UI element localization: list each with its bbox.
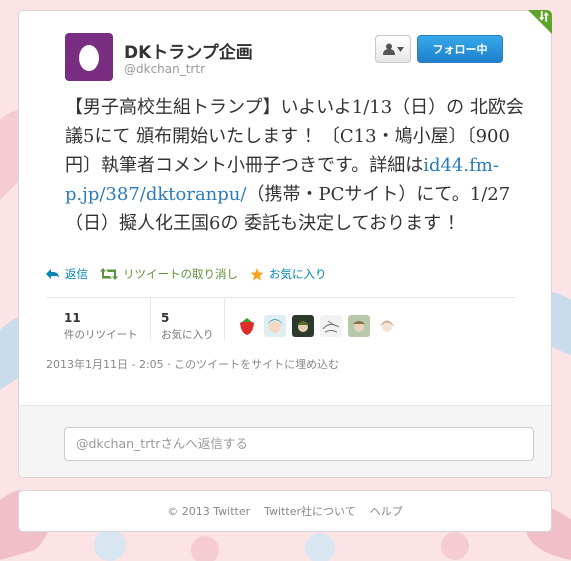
strawberry-avatar[interactable] bbox=[236, 315, 258, 337]
user-actions-button[interactable] bbox=[375, 35, 411, 63]
reply-label: 返信 bbox=[65, 267, 88, 281]
divider bbox=[46, 297, 516, 298]
tweet-text: 【男子高校生組トランプ】いよいよ1/13（日）の 北欧会議5にて 頒布開始いたし… bbox=[65, 93, 525, 238]
character-avatar[interactable] bbox=[348, 315, 370, 337]
timestamp[interactable]: 2013年1月11日 - 2:05 bbox=[46, 358, 164, 371]
character-avatar[interactable] bbox=[264, 315, 286, 337]
divider bbox=[150, 298, 151, 340]
embed-tweet-link[interactable]: このツイートをサイトに埋め込む bbox=[174, 358, 339, 371]
favorite-action[interactable]: お気に入り bbox=[250, 266, 327, 282]
help-link[interactable]: ヘルプ bbox=[370, 503, 403, 519]
reply-icon bbox=[46, 268, 59, 279]
follow-button[interactable]: フォロー中 bbox=[417, 35, 503, 63]
character-avatar[interactable] bbox=[292, 315, 314, 337]
favorite-count[interactable]: 5 bbox=[161, 311, 169, 325]
reply-action[interactable]: 返信 bbox=[46, 266, 88, 282]
ribbon-corner bbox=[528, 10, 552, 34]
user-handle[interactable]: @dkchan_trtr bbox=[124, 62, 205, 76]
footer: © 2013 Twitter Twitter社について ヘルプ bbox=[18, 490, 552, 532]
reply-input[interactable]: @dkchan_trtrさんへ返信する bbox=[64, 427, 534, 461]
default-egg-icon bbox=[79, 45, 99, 71]
sketch-avatar[interactable] bbox=[320, 315, 342, 337]
user-name[interactable]: DKトランプ企画 bbox=[124, 38, 253, 63]
favorite-label: お気に入り bbox=[269, 267, 327, 281]
retweet-count[interactable]: 11 bbox=[64, 311, 81, 325]
divider bbox=[224, 298, 225, 340]
favorite-count-label[interactable]: お気に入り bbox=[161, 327, 214, 342]
retweet-icon bbox=[100, 268, 118, 280]
tweet-meta: 2013年1月11日 - 2:05 · このツイートをサイトに埋め込む bbox=[46, 356, 339, 372]
about-link[interactable]: Twitter社について bbox=[264, 503, 356, 519]
character-avatar[interactable] bbox=[376, 315, 398, 337]
undo-retweet-label: リツイートの取り消し bbox=[123, 267, 238, 281]
tweet-actions: 返信 リツイートの取り消し お気に入り bbox=[46, 265, 339, 283]
caret-down-icon bbox=[396, 46, 404, 52]
copyright-text: © 2013 Twitter bbox=[167, 504, 251, 518]
undo-retweet-action[interactable]: リツイートの取り消し bbox=[100, 266, 238, 282]
retweet-ribbon-icon bbox=[539, 11, 549, 22]
retweet-count-label[interactable]: 件のリツイート bbox=[64, 327, 138, 342]
person-icon bbox=[382, 43, 395, 55]
meta-separator: · bbox=[167, 358, 171, 371]
avatar[interactable] bbox=[65, 33, 113, 81]
star-icon bbox=[250, 267, 264, 280]
retweeter-avatars bbox=[236, 315, 398, 337]
